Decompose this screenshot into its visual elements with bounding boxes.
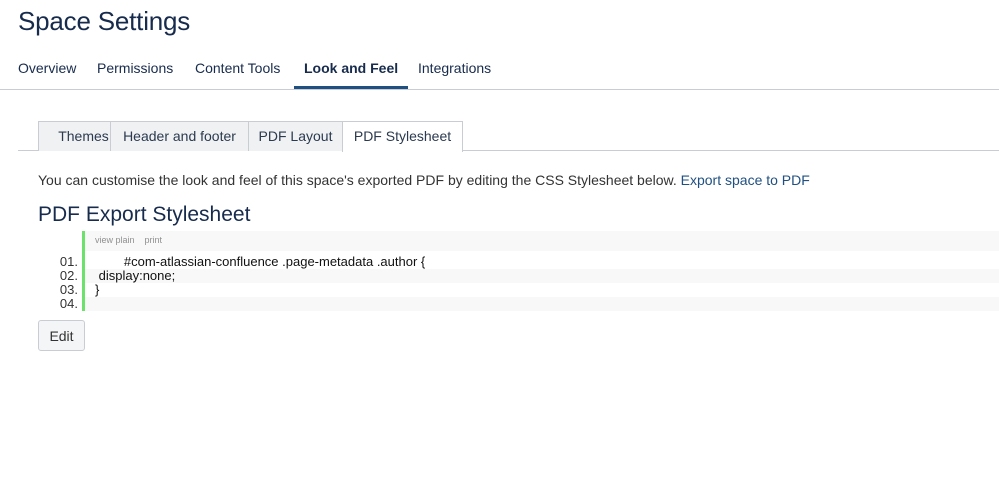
print-link[interactable]: print: [145, 235, 163, 245]
tab-integrations[interactable]: Integrations: [418, 56, 491, 90]
code-line: display:none;: [85, 269, 999, 283]
tab-overview[interactable]: Overview: [18, 56, 76, 90]
export-space-to-pdf-link[interactable]: Export space to PDF: [681, 172, 810, 188]
code-line: [85, 297, 999, 311]
code-toolbar: view plain print: [85, 231, 999, 251]
code-gutter: 01. 02. 03. 04.: [38, 231, 82, 311]
view-plain-link[interactable]: view plain: [95, 235, 135, 245]
tab-permissions[interactable]: Permissions: [97, 56, 173, 90]
intro-description: You can customise the look and feel of t…: [38, 172, 677, 188]
line-number: 04.: [59, 296, 78, 311]
look-and-feel-subtabs: Themes Header and footer PDF Layout PDF …: [18, 121, 999, 152]
page-title: Space Settings: [18, 6, 191, 36]
subtab-pdf-stylesheet[interactable]: PDF Stylesheet: [342, 121, 463, 152]
section-title: PDF Export Stylesheet: [38, 203, 251, 226]
code-line: #com-atlassian-confluence .page-metadata…: [95, 254, 426, 269]
stylesheet-code-block: 01. 02. 03. 04. view plain print #com-atl…: [38, 231, 999, 311]
code-line: }: [95, 282, 100, 297]
active-tab-underline: [294, 86, 408, 89]
subtab-header-and-footer[interactable]: Header and footer: [110, 121, 249, 151]
line-number: 03.: [59, 282, 78, 297]
tab-content-tools[interactable]: Content Tools: [195, 56, 280, 90]
subtab-pdf-layout[interactable]: PDF Layout: [248, 121, 343, 151]
space-settings-nav: Overview Permissions Content Tools Look …: [0, 56, 999, 90]
edit-button[interactable]: Edit: [38, 320, 85, 351]
intro-text: You can customise the look and feel of t…: [38, 172, 810, 188]
line-number: 02.: [59, 268, 78, 283]
tab-look-and-feel[interactable]: Look and Feel: [304, 56, 398, 90]
line-number: 01.: [59, 254, 78, 269]
